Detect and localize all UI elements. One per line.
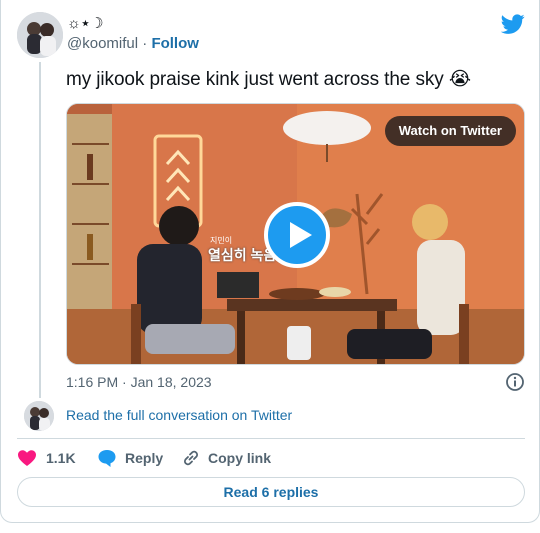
tweet-date[interactable]: Jan 18, 2023 — [131, 374, 212, 390]
heart-icon — [18, 450, 36, 466]
handle-row: @koomiful · Follow — [67, 34, 199, 54]
reply-action[interactable]: Reply — [97, 448, 177, 468]
divider — [17, 438, 525, 439]
reply-bubble-icon — [98, 450, 116, 467]
link-icon — [184, 450, 198, 466]
reply-label: Reply — [125, 450, 164, 466]
author-names: ☼⋆☽ @koomiful · Follow — [67, 15, 199, 54]
info-icon[interactable] — [505, 372, 525, 392]
thread-line — [39, 62, 41, 398]
tweet-embed-card: ☼⋆☽ @koomiful · Follow my jikook praise … — [0, 0, 540, 523]
tweet-meta: 1:16 PM · Jan 18, 2023 — [66, 373, 525, 391]
read-replies-button[interactable]: Read 6 replies — [17, 477, 525, 507]
copy-link-action[interactable]: Copy link — [181, 448, 291, 468]
display-name[interactable]: ☼⋆☽ — [67, 15, 199, 33]
handle[interactable]: @koomiful — [67, 35, 138, 52]
follow-button[interactable]: Follow — [151, 35, 199, 52]
separator: · — [142, 35, 148, 52]
twitter-bird-icon[interactable] — [501, 12, 525, 36]
play-button[interactable] — [264, 202, 330, 268]
read-conversation-link[interactable]: Read the full conversation on Twitter — [66, 406, 292, 424]
video-media[interactable]: 지민이 열심히 녹음했 Watch on Twitter — [66, 103, 525, 365]
watch-on-twitter-button[interactable]: Watch on Twitter — [384, 116, 516, 146]
action-bar: 1.1K Reply Copy link — [17, 448, 525, 468]
tweet-text: my jikook praise kink just went across t… — [66, 69, 471, 90]
tweet-header: ☼⋆☽ @koomiful · Follow — [17, 12, 525, 58]
like-action[interactable]: 1.1K — [17, 448, 77, 468]
meta-separator: · — [122, 374, 127, 390]
copy-link-label: Copy link — [208, 450, 272, 466]
avatar[interactable] — [17, 12, 63, 58]
like-count: 1.1K — [46, 450, 76, 466]
tweet-time[interactable]: 1:16 PM — [66, 374, 118, 390]
reply-avatar[interactable] — [24, 401, 54, 431]
